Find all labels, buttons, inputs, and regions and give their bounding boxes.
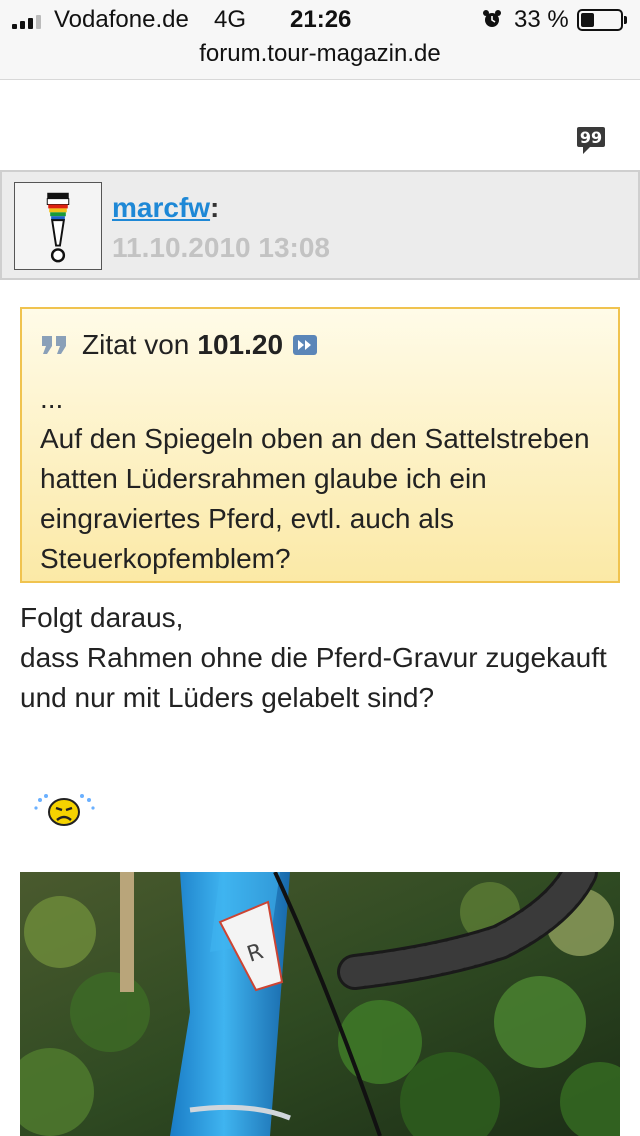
svg-text:99: 99 (580, 128, 602, 147)
quote-marks-icon (42, 336, 66, 354)
author-colon: : (210, 192, 220, 223)
network-type: 4G (214, 6, 247, 33)
bicycle-frame-photo: R (20, 872, 620, 1136)
avatar-exclamation-icon (46, 192, 70, 263)
battery-icon (577, 9, 627, 31)
signal-strength-icon (12, 13, 41, 29)
quote-author: 101.20 (197, 329, 284, 360)
quote-block: Zitat von 101.20 ... Auf den Spiegeln ob… (20, 307, 620, 583)
avatar[interactable] (14, 182, 102, 270)
status-bar: Vodafone.de 4G 21:26 33 % (0, 0, 640, 40)
jump-to-post-icon[interactable] (293, 335, 318, 355)
post-author-link[interactable]: marcfw (112, 192, 210, 224)
quote-text: ... Auf den Spiegeln oben an den Sattels… (40, 383, 590, 574)
post-image[interactable]: R (20, 872, 620, 1136)
battery-percent: 33 % (514, 6, 569, 33)
quote-header: Zitat von 101.20 (40, 329, 318, 361)
crying-smiley-icon (34, 794, 95, 826)
quote-prefix: Zitat von (82, 329, 190, 360)
address-bar[interactable]: forum.tour-magazin.de (0, 40, 640, 68)
browser-top-bar: Vodafone.de 4G 21:26 33 % forum.tour-mag… (0, 0, 640, 80)
post-text: Folgt daraus, dass Rahmen ohne die Pferd… (20, 602, 607, 713)
carrier-name: Vodafone.de (54, 6, 189, 33)
post-header: marcfw : 11.10.2010 13:08 (0, 170, 640, 280)
post-date: 11.10.2010 13:08 (112, 232, 330, 263)
status-time: 21:26 (290, 6, 352, 33)
reply-quote-icon[interactable]: 99 (576, 124, 606, 156)
alarm-clock-icon (483, 10, 501, 27)
